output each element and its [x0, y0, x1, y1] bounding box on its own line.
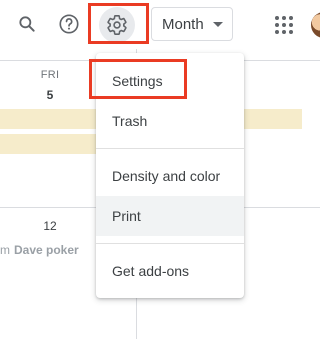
- caret-down-icon: [213, 22, 223, 27]
- search-button[interactable]: [11, 8, 43, 40]
- search-icon: [19, 16, 35, 32]
- event-title: Dave poker: [14, 243, 79, 257]
- menu-item-label: Print: [112, 208, 141, 224]
- day-name-label: FRI: [40, 69, 60, 81]
- event-chip[interactable]: m Dave poker: [0, 243, 79, 257]
- menu-item-settings[interactable]: Settings: [96, 61, 244, 101]
- menu-item-density-and-color[interactable]: Density and color: [96, 156, 244, 196]
- view-select-value: Month: [162, 15, 204, 33]
- menu-divider: [96, 148, 244, 149]
- menu-item-trash[interactable]: Trash: [96, 101, 244, 141]
- menu-item-label: Get add-ons: [112, 263, 190, 279]
- help-icon: [59, 14, 79, 34]
- menu-item-label: Settings: [112, 73, 163, 89]
- menu-item-get-add-ons[interactable]: Get add-ons: [96, 251, 244, 291]
- day-number[interactable]: 5: [38, 88, 62, 102]
- view-select[interactable]: Month: [151, 7, 233, 41]
- day-number[interactable]: 12: [38, 219, 62, 233]
- apps-grid-icon: [275, 16, 293, 34]
- calendar-screen: Month FRI 5 12 m Dave poker Settings Tras…: [0, 0, 320, 339]
- gear-icon: [107, 15, 127, 35]
- menu-divider: [96, 243, 244, 244]
- settings-menu: Settings Trash Density and color Print G…: [96, 53, 244, 298]
- settings-button[interactable]: [99, 7, 135, 43]
- menu-item-print[interactable]: Print: [96, 196, 244, 236]
- menu-item-label: Density and color: [112, 168, 221, 184]
- help-button[interactable]: [53, 8, 85, 40]
- top-toolbar: Month: [0, 0, 320, 49]
- menu-item-label: Trash: [112, 113, 148, 129]
- event-time: m: [0, 243, 10, 257]
- all-day-event-bar[interactable]: [0, 134, 96, 154]
- apps-button[interactable]: [269, 10, 299, 40]
- avatar[interactable]: [311, 12, 320, 38]
